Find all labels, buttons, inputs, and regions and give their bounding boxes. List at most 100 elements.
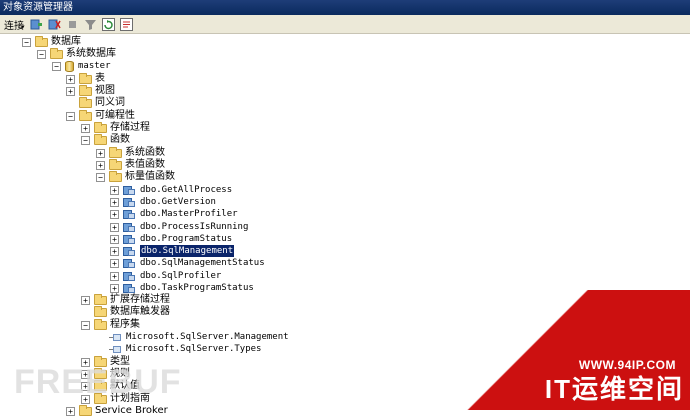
unplug-icon	[48, 19, 61, 29]
tree-node-stored-procedures[interactable]: + 存储过程	[81, 121, 150, 134]
tree-node-label: 视图	[95, 85, 115, 96]
tree-node-databases[interactable]: − 数据库	[22, 35, 81, 48]
tree-node-function[interactable]: + dbo.SqlProfiler	[110, 270, 221, 282]
assembly-icon	[109, 333, 122, 342]
folder-icon	[79, 96, 92, 108]
expand-toggle[interactable]: +	[66, 86, 75, 96]
tree-node-function-selected[interactable]: + dbo.SqlManagement	[110, 245, 235, 257]
expand-toggle[interactable]: +	[81, 295, 90, 305]
tree-node-function[interactable]: + dbo.GetAllProcess	[110, 184, 232, 196]
expand-toggle[interactable]: +	[110, 271, 119, 281]
tree-node-views[interactable]: + 视图	[66, 84, 115, 97]
tree-node-assembly[interactable]: Microsoft.SqlServer.Types	[96, 343, 261, 355]
collapse-toggle[interactable]: −	[22, 37, 31, 47]
disconnect-button[interactable]	[48, 18, 61, 31]
scalar-function-icon	[123, 246, 136, 257]
connect-object-explorer-button[interactable]	[30, 18, 43, 31]
tree-node-label: 数据库	[51, 36, 81, 47]
scalar-function-icon	[123, 185, 136, 196]
tree-node-table-valued-functions[interactable]: + 表值函数	[96, 158, 165, 171]
tree-node-scalar-functions[interactable]: − 标量值函数	[96, 170, 175, 183]
tree-node-master[interactable]: − master	[52, 60, 111, 72]
toolbar: 连接▾	[0, 15, 690, 34]
tree-node-label: Microsoft.SqlServer.Types	[126, 344, 262, 354]
scalar-function-icon	[123, 197, 136, 208]
tree-node-label: 存储过程	[110, 122, 150, 133]
folder-icon	[50, 47, 63, 59]
stop-button[interactable]	[66, 18, 79, 31]
tree-node-label: 程序集	[110, 319, 140, 330]
refresh-button[interactable]	[101, 17, 115, 31]
stop-icon	[68, 20, 76, 28]
expand-toggle[interactable]: +	[110, 185, 119, 195]
expand-toggle[interactable]: +	[81, 123, 90, 133]
tree-node-assemblies[interactable]: − 程序集	[81, 318, 140, 331]
tree-node-function[interactable]: + dbo.SqlManagementStatus	[110, 257, 265, 269]
tree-node-label: dbo.ProcessIsRunning	[140, 222, 249, 232]
plug-icon	[30, 19, 42, 29]
tree-node-database-triggers[interactable]: 数据库触发器	[81, 305, 170, 318]
tree-node-label: dbo.SqlProfiler	[140, 271, 222, 281]
tree-node-function[interactable]: + dbo.MasterProfiler	[110, 208, 238, 220]
tree-node-tables[interactable]: + 表	[66, 72, 105, 85]
tree-node-service-broker[interactable]: + Service Broker	[66, 404, 168, 417]
expand-toggle[interactable]: +	[96, 148, 105, 158]
tree-node-label: 表	[95, 73, 105, 84]
folder-icon	[35, 35, 48, 47]
tree-node-assembly[interactable]: Microsoft.SqlServer.Management	[96, 331, 289, 343]
tree-node-label: dbo.MasterProfiler	[140, 209, 238, 219]
expand-toggle[interactable]: +	[110, 197, 119, 207]
filter-button[interactable]	[84, 18, 97, 31]
folder-icon	[109, 158, 122, 170]
folder-icon	[94, 133, 107, 145]
tree-node-label: 函数	[110, 134, 130, 145]
chevron-down-icon: ▾	[21, 22, 25, 31]
tree-node-label: 系统函数	[125, 147, 165, 158]
assembly-icon	[109, 345, 122, 354]
expand-toggle[interactable]: +	[110, 246, 119, 256]
expand-toggle[interactable]: +	[110, 222, 119, 232]
expand-toggle[interactable]: +	[66, 74, 75, 84]
tree-node-system-functions[interactable]: + 系统函数	[96, 146, 165, 159]
collapse-toggle[interactable]: −	[66, 111, 75, 121]
expand-toggle[interactable]: +	[110, 234, 119, 244]
expand-toggle[interactable]: +	[96, 160, 105, 170]
collapse-toggle[interactable]: −	[37, 49, 46, 59]
collapse-toggle[interactable]: −	[81, 135, 90, 145]
folder-icon	[79, 72, 92, 84]
collapse-toggle[interactable]: −	[81, 320, 90, 330]
summary-button[interactable]	[119, 17, 133, 31]
collapse-toggle[interactable]: −	[96, 172, 105, 182]
tree-node-function[interactable]: + dbo.GetVersion	[110, 196, 216, 208]
expand-toggle[interactable]: +	[110, 258, 119, 268]
folder-icon	[79, 404, 92, 416]
tree-node-label: 标量值函数	[125, 171, 175, 182]
database-icon	[65, 60, 74, 72]
tree-node-function[interactable]: + dbo.ProcessIsRunning	[110, 221, 248, 233]
tree-node-label: 系统数据库	[66, 48, 116, 59]
tree-node-synonyms[interactable]: 同义词	[66, 96, 125, 109]
tree-node-function[interactable]: + dbo.ProgramStatus	[110, 233, 232, 245]
tree-node-system-databases[interactable]: − 系统数据库	[37, 47, 116, 60]
tree-node-label: master	[78, 61, 111, 71]
tree-node-function[interactable]: + dbo.TaskProgramStatus	[110, 282, 254, 294]
tree-node-label: 表值函数	[125, 159, 165, 170]
scalar-function-icon	[123, 258, 136, 269]
tree-node-label: dbo.SqlManagement	[140, 245, 235, 257]
tree-node-programmability[interactable]: − 可编程性	[66, 109, 135, 122]
folder-icon	[94, 318, 107, 330]
window-title: 对象资源管理器	[0, 0, 690, 15]
scalar-function-icon	[123, 234, 136, 245]
scalar-function-icon	[123, 222, 136, 233]
scalar-function-icon	[123, 271, 136, 282]
tree-node-label: dbo.GetVersion	[140, 197, 216, 207]
expand-toggle[interactable]: +	[110, 209, 119, 219]
expand-toggle[interactable]: +	[66, 406, 75, 416]
collapse-toggle[interactable]: −	[52, 61, 61, 71]
tree-node-functions[interactable]: − 函数	[81, 133, 130, 146]
folder-icon	[109, 170, 122, 182]
expand-toggle[interactable]: +	[110, 283, 119, 293]
tree-node-extended-stored-procedures[interactable]: + 扩展存储过程	[81, 293, 170, 306]
folder-icon	[94, 305, 107, 317]
connect-dropdown[interactable]: 连接▾	[4, 17, 25, 32]
